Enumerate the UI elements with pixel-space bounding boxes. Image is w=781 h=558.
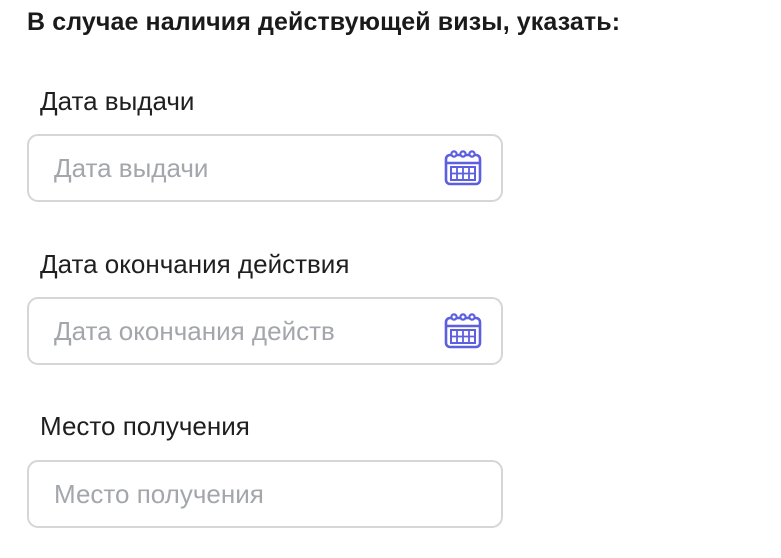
issue-date-field[interactable]: Дата выдачи	[27, 134, 503, 202]
expiry-date-field[interactable]: Дата окончания действ	[27, 297, 503, 365]
expiry-date-label: Дата окончания действия	[40, 249, 350, 279]
issue-date-placeholder: Дата выдачи	[54, 152, 209, 183]
issue-date-label: Дата выдачи	[40, 86, 195, 116]
place-of-issue-field[interactable]: Место получения	[27, 460, 503, 528]
calendar-icon[interactable]	[443, 311, 483, 351]
expiry-date-placeholder: Дата окончания действ	[54, 315, 335, 346]
place-of-issue-placeholder: Место получения	[54, 478, 264, 509]
section-title: В случае наличия действующей визы, указа…	[27, 8, 621, 36]
place-of-issue-label: Место получения	[40, 411, 250, 441]
calendar-icon[interactable]	[443, 148, 483, 188]
